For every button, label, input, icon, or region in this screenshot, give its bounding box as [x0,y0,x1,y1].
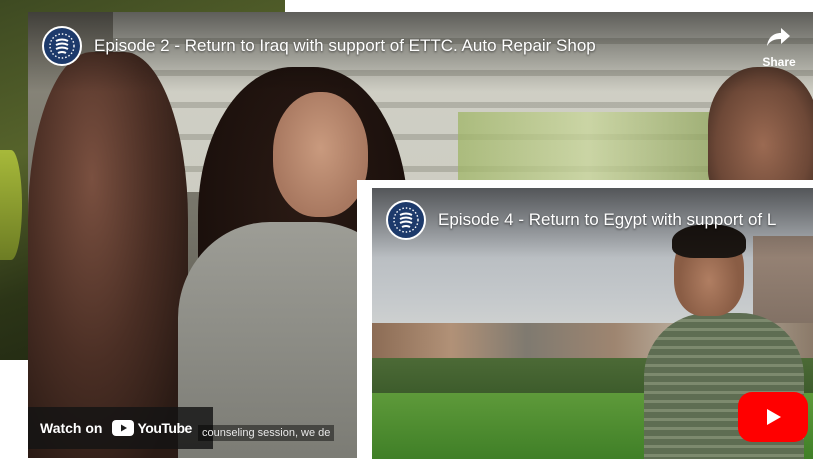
share-button[interactable]: Share [757,26,801,69]
woman-face [273,92,368,217]
youtube-wordmark: YouTube [137,420,192,436]
video-title-link[interactable]: Episode 2 - Return to Iraq with support … [94,36,596,56]
leaf-image [0,150,22,260]
video-title-link[interactable]: Episode 4 - Return to Egypt with support… [438,210,776,230]
share-label: Share [762,55,796,69]
video-player-episode-4[interactable]: Episode 4 - Return to Egypt with support… [357,180,813,459]
watch-on-label: Watch on [40,420,103,436]
youtube-logo-icon: YouTube [112,420,192,436]
video-frame[interactable]: Episode 4 - Return to Egypt with support… [372,188,813,459]
play-icon [767,409,781,425]
channel-logo-icon[interactable] [42,26,82,66]
channel-logo-icon[interactable] [386,200,426,240]
closed-caption: counseling session, we de [198,425,335,441]
share-arrow-icon [767,28,790,46]
person-foreground-left [28,52,188,458]
play-button[interactable] [738,392,808,442]
watch-on-youtube-button[interactable]: Watch on YouTube [28,407,213,449]
